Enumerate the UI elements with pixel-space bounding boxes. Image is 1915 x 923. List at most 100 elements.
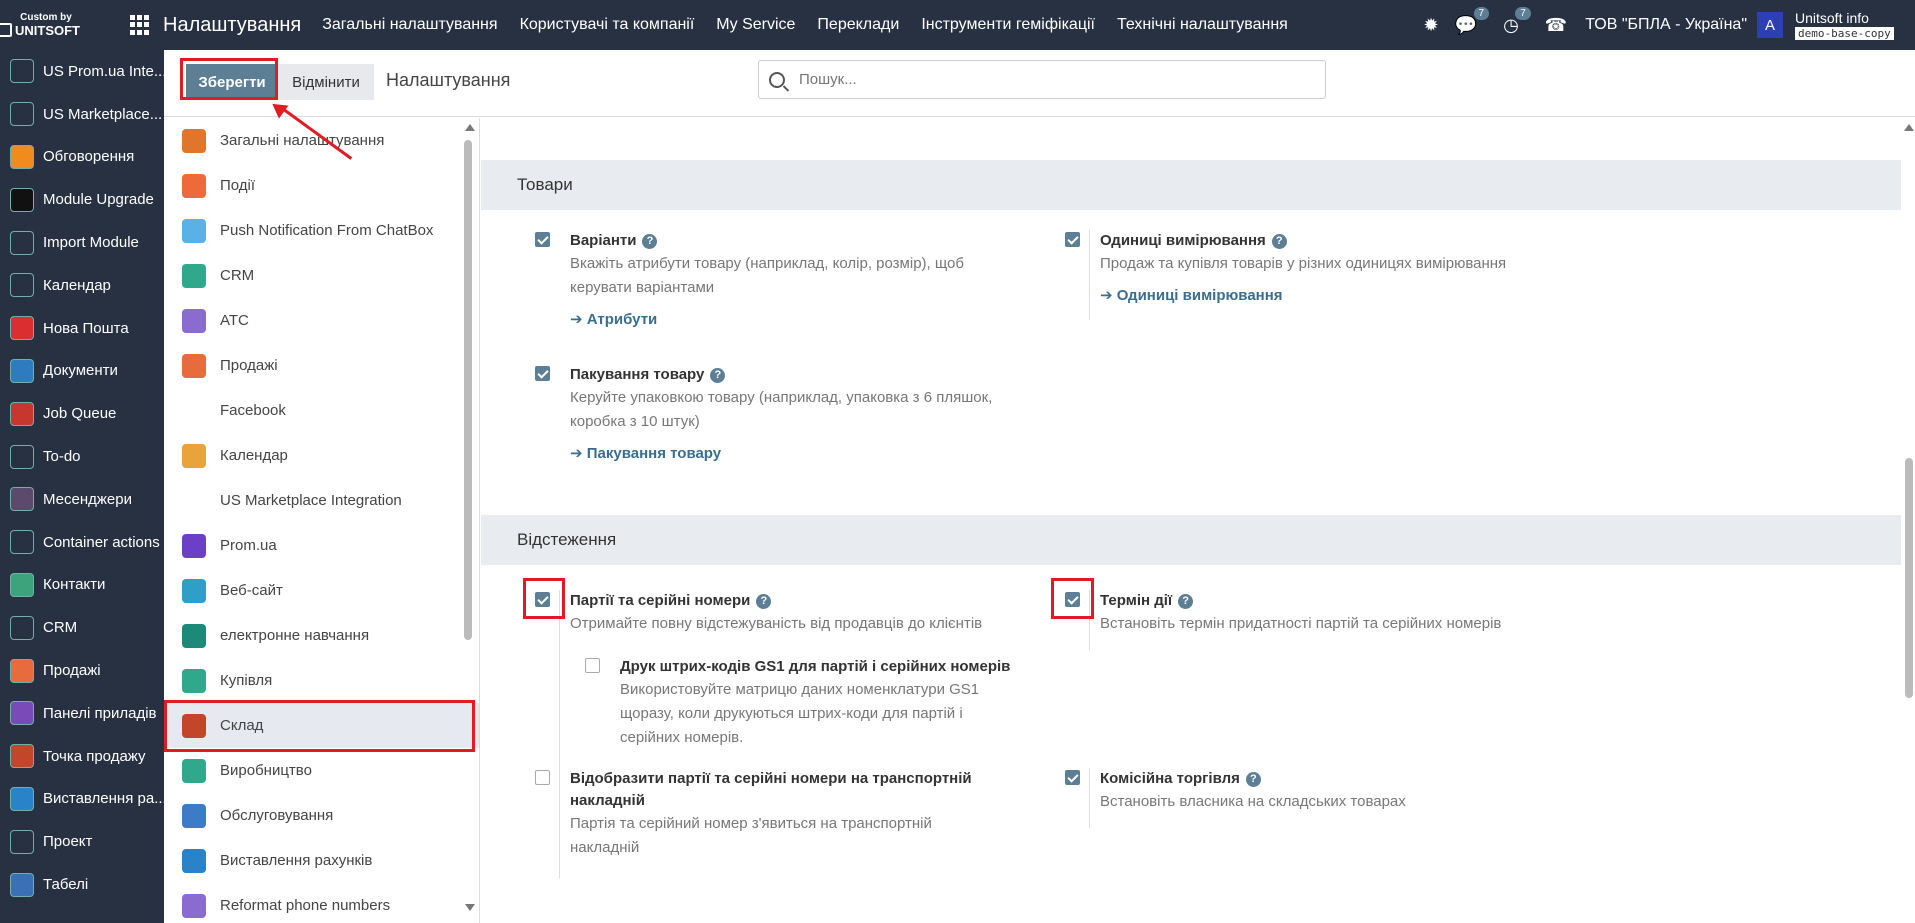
app-item[interactable]: Job Queue [0,392,164,435]
uom-link[interactable]: ➔ Одиниці вимірювання [1100,286,1585,304]
variants-checkbox[interactable] [535,232,550,247]
bug-icon[interactable]: ✹ [1424,15,1439,36]
uom-checkbox[interactable] [1065,232,1080,247]
app-item[interactable]: Виставлення ра... [0,778,164,821]
app-item-label: Job Queue [43,405,117,423]
content-scrollbar[interactable] [1905,458,1913,698]
settings-nav-item[interactable]: електронне навчання [164,613,479,658]
avatar[interactable]: A [1757,12,1783,38]
settings-nav-label: Календар [220,447,288,464]
gs1-checkbox[interactable] [585,658,600,673]
settings-nav-item[interactable]: АТС [164,298,479,343]
activity-clock-icon[interactable]: ◷ 7 [1503,6,1531,36]
app-item[interactable]: US Prom.ua Inte... [0,50,164,93]
settings-nav-item[interactable]: Push Notification From ChatBox [164,208,479,253]
menu-translations[interactable]: Переклади [806,16,910,34]
menu-technical[interactable]: Технічні налаштування [1106,16,1299,34]
help-icon[interactable]: ? [756,593,772,609]
app-item[interactable]: To-do [0,435,164,478]
lots-on-delivery-checkbox[interactable] [535,770,550,785]
attributes-link[interactable]: ➔ Атрибути [570,310,1055,328]
crm-icon [10,615,34,640]
chat-bubble-icon [10,144,34,169]
pos-icon [10,744,34,769]
app-item[interactable]: US Marketplace... [0,93,164,136]
help-icon[interactable]: ? [1178,593,1194,609]
settings-nav-item[interactable]: Виробництво [164,748,479,793]
packaging-checkbox[interactable] [535,366,550,381]
control-panel: Зберегти Відмінити Налаштування [164,50,1915,117]
settings-nav-label: Продажі [220,357,278,374]
chat-icon[interactable]: 💬 7 [1455,6,1490,36]
app-item[interactable]: Module Upgrade [0,178,164,221]
consignment-checkbox[interactable] [1065,770,1080,785]
app-item[interactable]: Документи [0,350,164,393]
app-item[interactable]: Обговорення [0,136,164,179]
app-title[interactable]: Налаштування [163,14,301,37]
documents-icon [10,358,34,383]
app-item-label: Точка продажу [43,747,146,765]
settings-nav-item[interactable]: Веб-сайт [164,568,479,613]
settings-nav-item[interactable]: Reformat phone numbers [164,883,479,923]
settings-nav-label: US Marketplace Integration [220,492,402,509]
sales-icon [10,658,34,683]
settings-nav-item[interactable]: Купівля [164,658,479,703]
settings-nav-item[interactable]: Події [164,163,479,208]
general-settings-icon [182,128,206,153]
app-item[interactable]: Import Module [0,221,164,264]
app-item-label: Документи [43,362,118,380]
settings-nav-item[interactable]: Обслуговування [164,793,479,838]
menu-users-companies[interactable]: Користувачі та компанії [509,16,706,34]
phone-icon[interactable]: ☎ [1545,15,1567,36]
app-item[interactable]: Точка продажу [0,735,164,778]
app-item[interactable]: Контакти [0,564,164,607]
settings-nav-item[interactable]: Календар [164,433,479,478]
unitsoft-logo[interactable]: Custom by UNITSOFT [0,0,80,50]
todo-icon [10,444,34,469]
scroll-up-arrow-icon[interactable] [465,124,475,131]
help-icon[interactable]: ? [710,367,726,383]
app-item[interactable]: Месенджери [0,478,164,521]
search-icon [769,71,785,88]
settings-nav-item[interactable]: CRM [164,253,479,298]
section-products-header: Товари [481,160,1901,210]
annotation-box-save [180,58,278,100]
push-notification-icon [182,218,206,243]
app-item[interactable]: Продажі [0,649,164,692]
cancel-button[interactable]: Відмінити [278,64,374,100]
app-item-label: US Marketplace... [43,105,163,123]
app-item[interactable]: CRM [0,606,164,649]
help-icon[interactable]: ? [1245,771,1261,787]
settings-sidebar-scrollbar[interactable] [464,140,472,640]
app-item[interactable]: Табелі [0,863,164,906]
settings-nav-item[interactable]: Prom.ua [164,523,479,568]
scroll-down-arrow-icon[interactable] [465,904,475,911]
app-item[interactable]: Календар [0,264,164,307]
user-menu[interactable]: Unitsoft info demo-base-copy [1795,11,1915,40]
menu-my-service[interactable]: My Service [705,16,806,34]
packaging-link[interactable]: ➔ Пакування товару [570,444,1055,462]
settings-nav-item[interactable]: US Marketplace Integration [164,478,479,523]
help-icon[interactable]: ? [642,233,658,249]
app-item[interactable]: Container actions [0,521,164,564]
app-item[interactable]: Панелі приладів [0,692,164,735]
cube-icon [10,102,34,127]
settings-nav-item[interactable]: Продажі [164,343,479,388]
settings-nav-label: електронне навчання [220,627,370,644]
app-item[interactable]: Нова Пошта [0,307,164,350]
search-input[interactable] [799,71,1279,88]
company-switcher[interactable]: ТОВ "БПЛА - Україна" [1585,16,1747,34]
top-menu: Загальні налаштування Користувачі та ком… [311,16,1299,34]
settings-nav-item[interactable]: Виставлення рахунків [164,838,479,883]
content-scroll-up-arrow-icon[interactable] [1904,124,1914,131]
settings-nav-item[interactable]: Загальні налаштування [164,118,479,163]
section-tracking-header: Відстеження [481,515,1901,565]
help-icon[interactable]: ? [1271,233,1287,249]
annotation-box-lots-checkbox [523,578,565,619]
search-box[interactable] [758,60,1326,99]
menu-gamification[interactable]: Інструменти геміфікації [910,16,1106,34]
menu-general-settings[interactable]: Загальні налаштування [311,16,508,34]
app-item[interactable]: Проект [0,820,164,863]
settings-nav-item[interactable]: Facebook [164,388,479,433]
apps-grid-icon[interactable] [130,15,150,35]
